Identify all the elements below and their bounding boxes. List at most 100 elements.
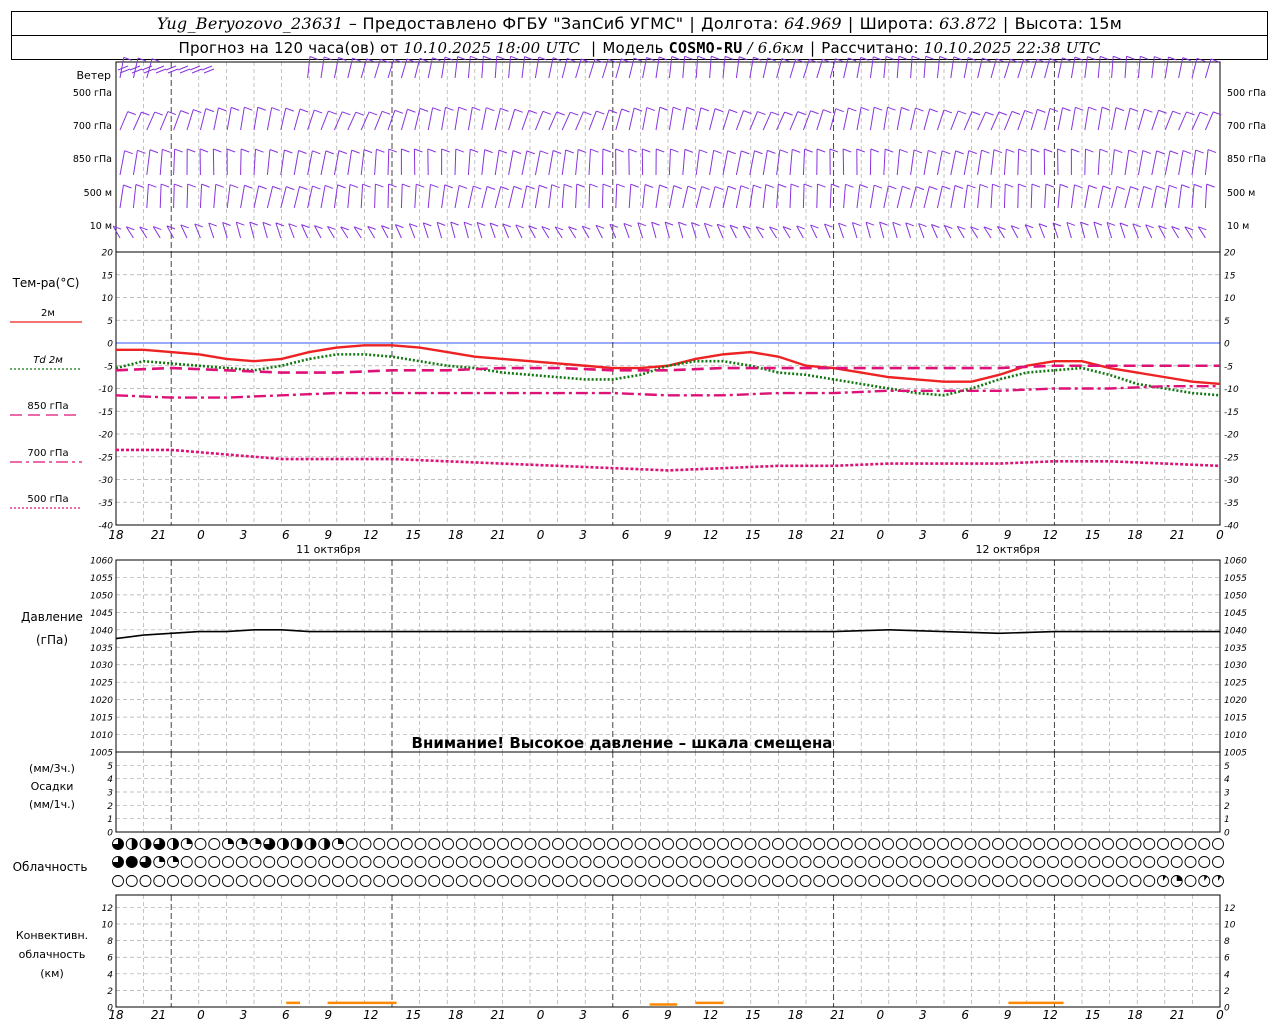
temp-tick-right: -35 (1224, 499, 1239, 509)
wind-barb-strong (117, 65, 129, 71)
hour-tick-label-bottom: 12 (703, 1008, 718, 1022)
wind-barb (132, 184, 137, 209)
pressure-tick-right: 1020 (1224, 696, 1247, 706)
cloud-fill (338, 838, 344, 844)
wind-barb-feather (135, 184, 145, 188)
wind-barb (226, 184, 231, 209)
temp-tick-right: 15 (1224, 271, 1236, 281)
wind-barb-feather (381, 110, 391, 115)
cloud-symbol (1184, 875, 1197, 887)
wind-barb (1093, 222, 1099, 239)
wind-barb-feather (1018, 148, 1027, 153)
cloud-symbol (1212, 838, 1224, 850)
wind-barb-feather (767, 57, 776, 62)
wind-barb (883, 56, 887, 79)
wind-barb-feather (160, 183, 170, 188)
wind-barb (199, 108, 207, 131)
wind-barb-feather (711, 55, 720, 60)
wind-barb (682, 186, 689, 209)
wind-barb-feather (187, 183, 196, 188)
pressure-tick-left: 1060 (90, 557, 113, 567)
cloud-fill (173, 856, 179, 862)
wind-barb-feather (514, 108, 523, 113)
wind-barb-feather (1199, 111, 1209, 116)
wind-barb-feather (1006, 148, 1015, 153)
hour-tick-label-bottom: 21 (830, 1008, 845, 1022)
cloud-symbol (194, 856, 207, 868)
wind-barb-feather (552, 57, 562, 62)
wind-barb (240, 107, 245, 131)
cloud-symbol (469, 838, 482, 850)
wind-barb (427, 57, 433, 79)
wind-barb (1052, 222, 1059, 239)
cloud-symbol (992, 838, 1004, 850)
wind-barb (213, 107, 219, 131)
wind-barb-feather (363, 149, 373, 154)
wind-barb-feather (352, 57, 361, 62)
wind-barb-feather (1129, 107, 1139, 112)
cloud-symbol (744, 856, 757, 868)
wind-barb (963, 111, 973, 131)
wind-barb (977, 184, 981, 209)
precip-tick-right: 1 (1224, 815, 1230, 825)
wind-barb-feather (180, 110, 189, 115)
hour-tick-label-bottom: 12 (1043, 1008, 1058, 1022)
wind-barb-feather (929, 108, 938, 113)
cloud-symbol (785, 875, 798, 887)
wind-barb (1070, 107, 1076, 131)
cloud-symbol (249, 856, 262, 868)
pressure-tick-left: 1050 (90, 591, 113, 601)
cloud-fill (159, 856, 165, 862)
wind-barb (481, 56, 484, 79)
wind-barb-feather (887, 106, 896, 111)
cloud-symbol (1088, 875, 1101, 887)
hour-tick-label-bottom: 3 (240, 1008, 248, 1022)
wind-barb (534, 56, 540, 79)
cloud-symbol (992, 856, 1004, 868)
wind-barb (936, 186, 943, 209)
wind-barb-feather (642, 148, 651, 153)
wind-barb (950, 185, 956, 209)
precip-tick-left: 2 (107, 802, 113, 812)
cloud-symbol (882, 838, 894, 850)
cloud-symbol (579, 856, 592, 868)
wind-barb-feather (570, 111, 579, 116)
wind-barb-feather (137, 149, 146, 154)
wind-barb-feather (286, 186, 295, 191)
wind-barb-feather (299, 186, 308, 190)
wind-barb (1137, 186, 1145, 209)
wind-barb-feather (767, 149, 776, 154)
wind-barb-feather (324, 184, 334, 189)
wind-barb (896, 149, 901, 176)
wind-barb (936, 150, 943, 176)
cloud-symbol (799, 875, 812, 887)
wind-barb (905, 222, 912, 239)
cloud-symbol (895, 838, 908, 850)
wind-barb (668, 149, 671, 176)
cloud-symbol (964, 838, 977, 850)
wind-barb-feather (457, 56, 466, 61)
wind-barb (548, 111, 558, 131)
cloud-symbol (620, 875, 633, 887)
wind-barb (521, 110, 530, 131)
hour-tick-label-bottom: 9 (324, 1008, 332, 1022)
wind-barb (709, 56, 712, 79)
wind-barb-feather (911, 55, 921, 60)
wind-barb-feather (1059, 183, 1069, 188)
wind-barb-feather (441, 148, 450, 153)
wind-barb (950, 56, 955, 79)
wind-barb-feather (1168, 56, 1177, 61)
wind-barb (1097, 56, 1101, 79)
wind-barb (548, 150, 554, 176)
hour-tick-label: 6 (961, 528, 969, 542)
wind-barb-feather (1100, 55, 1109, 60)
wind-barb (1191, 58, 1198, 79)
wind-barb-feather (790, 183, 800, 188)
wind-barb-feather (835, 58, 844, 63)
cloud-symbol (854, 856, 867, 868)
cloud-symbol (648, 875, 661, 887)
cloud-fill (241, 838, 248, 844)
wind-barb (668, 185, 675, 209)
wind-barb (762, 57, 769, 79)
temp-tick-right: 10 (1224, 294, 1236, 304)
